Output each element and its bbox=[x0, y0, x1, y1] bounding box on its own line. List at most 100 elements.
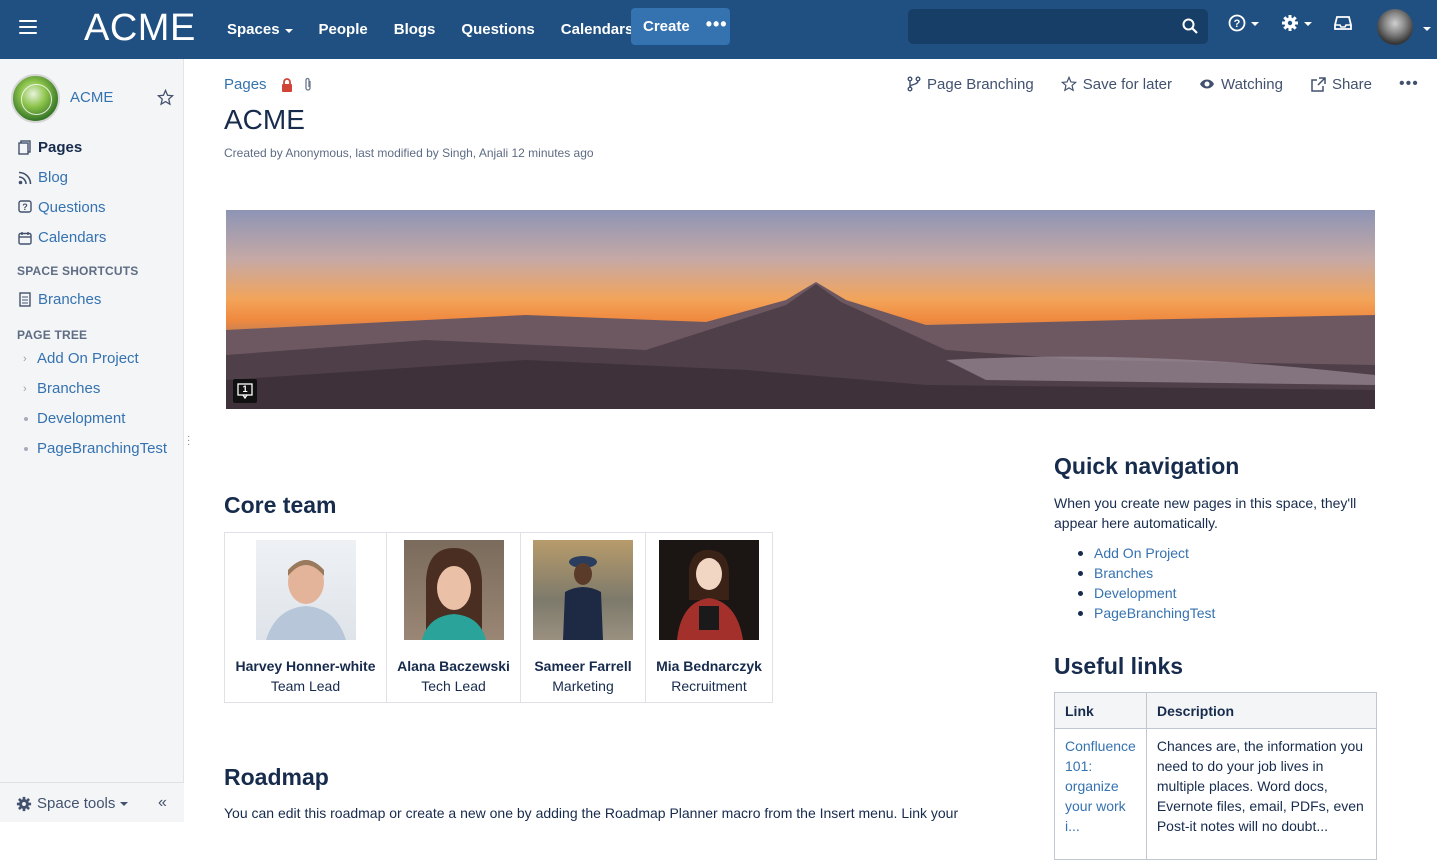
attachment-icon[interactable] bbox=[303, 77, 313, 92]
tree-item-branches[interactable]: › Branches bbox=[23, 380, 100, 397]
rss-icon bbox=[17, 170, 32, 185]
table-row: Confluence 101: organize your work i... … bbox=[1055, 729, 1376, 859]
quick-nav-link[interactable]: Branches bbox=[1094, 563, 1153, 583]
tree-item-pagebranchingtest[interactable]: PageBranchingTest bbox=[23, 440, 167, 457]
chevron-down-icon bbox=[1423, 27, 1431, 31]
nav-people[interactable]: People bbox=[306, 0, 381, 59]
table-header: Link Description bbox=[1055, 693, 1376, 729]
sidebar-item-pages[interactable]: Pages bbox=[17, 139, 82, 156]
table-cell-description: Chances are, the information you need to… bbox=[1156, 738, 1364, 834]
gear-icon bbox=[1282, 15, 1298, 31]
star-icon[interactable] bbox=[156, 88, 175, 111]
user-avatar[interactable] bbox=[1377, 9, 1413, 45]
sidebar-item-calendars[interactable]: Calendars bbox=[17, 229, 106, 246]
tree-item-label: PageBranchingTest bbox=[37, 440, 168, 457]
list-item: PageBranchingTest bbox=[1078, 603, 1215, 623]
app-logo[interactable]: ACME bbox=[84, 7, 196, 50]
quick-nav-link[interactable]: PageBranchingTest bbox=[1094, 603, 1215, 623]
breadcrumb-pages-link[interactable]: Pages bbox=[224, 76, 267, 93]
tree-item-development[interactable]: Development bbox=[23, 410, 125, 427]
chevron-down-icon bbox=[120, 801, 129, 806]
lock-icon[interactable] bbox=[281, 77, 293, 92]
share-button[interactable]: Share bbox=[1310, 76, 1372, 93]
top-navigation-bar: ACME Spaces People Blogs Questions Calen… bbox=[0, 0, 1437, 59]
chevron-down-icon bbox=[1304, 22, 1312, 26]
bullet-icon bbox=[1078, 610, 1083, 616]
quick-nav-link[interactable]: Add On Project bbox=[1094, 543, 1189, 563]
inline-comment-button[interactable]: 1 bbox=[233, 379, 257, 403]
settings-menu[interactable] bbox=[1281, 14, 1312, 32]
page-metadata: Created by Anonymous, last modified by S… bbox=[224, 146, 594, 160]
useful-links-heading: Useful links bbox=[1054, 653, 1184, 679]
sidebar-item-blog[interactable]: Blog bbox=[17, 169, 68, 186]
member-role: Marketing bbox=[552, 678, 614, 694]
nav-questions[interactable]: Questions bbox=[448, 0, 547, 59]
space-name[interactable]: ACME bbox=[70, 89, 113, 106]
more-actions-button[interactable]: ••• bbox=[1399, 75, 1419, 93]
useful-link[interactable]: Confluence 101: organize your work i... bbox=[1065, 738, 1136, 834]
table-cell-link: Confluence 101: organize your work i... bbox=[1055, 729, 1147, 859]
breadcrumb: Pages bbox=[224, 76, 313, 93]
nav-blogs-label: Blogs bbox=[393, 21, 436, 38]
chevron-right-icon[interactable]: › bbox=[23, 353, 37, 365]
create-button-label: Create bbox=[643, 18, 690, 35]
create-button[interactable]: Create ••• bbox=[631, 8, 730, 45]
nav-menu: Spaces People Blogs Questions Calendars bbox=[214, 0, 646, 59]
nav-spaces[interactable]: Spaces bbox=[214, 0, 306, 59]
branch-icon bbox=[907, 76, 921, 92]
nav-spaces-label: Spaces bbox=[227, 21, 280, 38]
svg-text:?: ? bbox=[22, 202, 28, 212]
more-create-icon[interactable]: ••• bbox=[706, 15, 728, 33]
sidebar-resize-handle[interactable]: · · · bbox=[187, 432, 190, 450]
watching-button[interactable]: Watching bbox=[1199, 76, 1283, 93]
search-input[interactable] bbox=[908, 9, 1208, 44]
comment-count: 1 bbox=[242, 384, 248, 394]
quick-navigation-text: When you create new pages in this space,… bbox=[1054, 495, 1357, 531]
notifications-button[interactable] bbox=[1334, 15, 1352, 31]
tree-item-label: Development bbox=[37, 410, 126, 427]
space-logo[interactable] bbox=[11, 74, 60, 123]
core-team-heading: Core team bbox=[224, 492, 337, 518]
useful-links-table: Link Description Confluence 101: organiz… bbox=[1054, 692, 1377, 860]
nav-blogs[interactable]: Blogs bbox=[381, 0, 449, 59]
quick-navigation-list: Add On Project Branches Development Page… bbox=[1078, 543, 1215, 623]
shortcut-branches[interactable]: Branches bbox=[17, 291, 101, 308]
pages-icon bbox=[17, 140, 32, 155]
team-member-card: Mia Bednarczyk Recruitment bbox=[646, 533, 772, 702]
member-name: Sameer Farrell bbox=[534, 658, 632, 674]
watching-label: Watching bbox=[1220, 75, 1283, 93]
page-title: ACME bbox=[224, 104, 305, 135]
tree-item-add-on-project[interactable]: › Add On Project bbox=[23, 350, 139, 367]
gear-icon bbox=[16, 796, 32, 811]
page-actions: Page Branching Save for later Watching S… bbox=[907, 75, 1419, 93]
nav-calendars-label: Calendars bbox=[560, 21, 634, 38]
team-member-card: Alana Baczewski Tech Lead bbox=[387, 533, 521, 702]
list-item: Add On Project bbox=[1078, 543, 1215, 563]
help-menu[interactable]: ? bbox=[1228, 14, 1259, 32]
eye-icon bbox=[1199, 79, 1214, 89]
collapse-sidebar-icon[interactable]: « bbox=[158, 794, 167, 812]
member-photo bbox=[256, 540, 356, 640]
member-photo bbox=[659, 540, 759, 640]
sidebar-footer: Space tools « bbox=[0, 782, 184, 822]
bullet-icon bbox=[24, 416, 28, 421]
tree-item-label: Branches bbox=[37, 380, 101, 397]
sidebar-item-label: Pages bbox=[38, 139, 83, 156]
save-for-later-button[interactable]: Save for later bbox=[1060, 76, 1172, 93]
space-shortcuts-heading: SPACE SHORTCUTS bbox=[17, 264, 139, 278]
page-branching-button[interactable]: Page Branching bbox=[907, 76, 1034, 93]
list-item: Development bbox=[1078, 583, 1215, 603]
space-tools-button[interactable]: Space tools bbox=[16, 795, 129, 812]
quick-nav-link[interactable]: Development bbox=[1094, 583, 1177, 603]
top-icons: ? bbox=[1228, 14, 1374, 32]
tree-item-label: Add On Project bbox=[37, 350, 139, 367]
share-label: Share bbox=[1331, 75, 1372, 93]
page-icon bbox=[17, 292, 32, 307]
search-icon bbox=[1182, 18, 1198, 34]
sidebar-item-questions[interactable]: ? Questions bbox=[17, 199, 106, 216]
page-branching-label: Page Branching bbox=[927, 75, 1034, 93]
menu-icon[interactable] bbox=[19, 20, 37, 34]
member-photo bbox=[404, 540, 504, 640]
inbox-icon bbox=[1334, 16, 1352, 30]
chevron-right-icon[interactable]: › bbox=[23, 383, 37, 395]
